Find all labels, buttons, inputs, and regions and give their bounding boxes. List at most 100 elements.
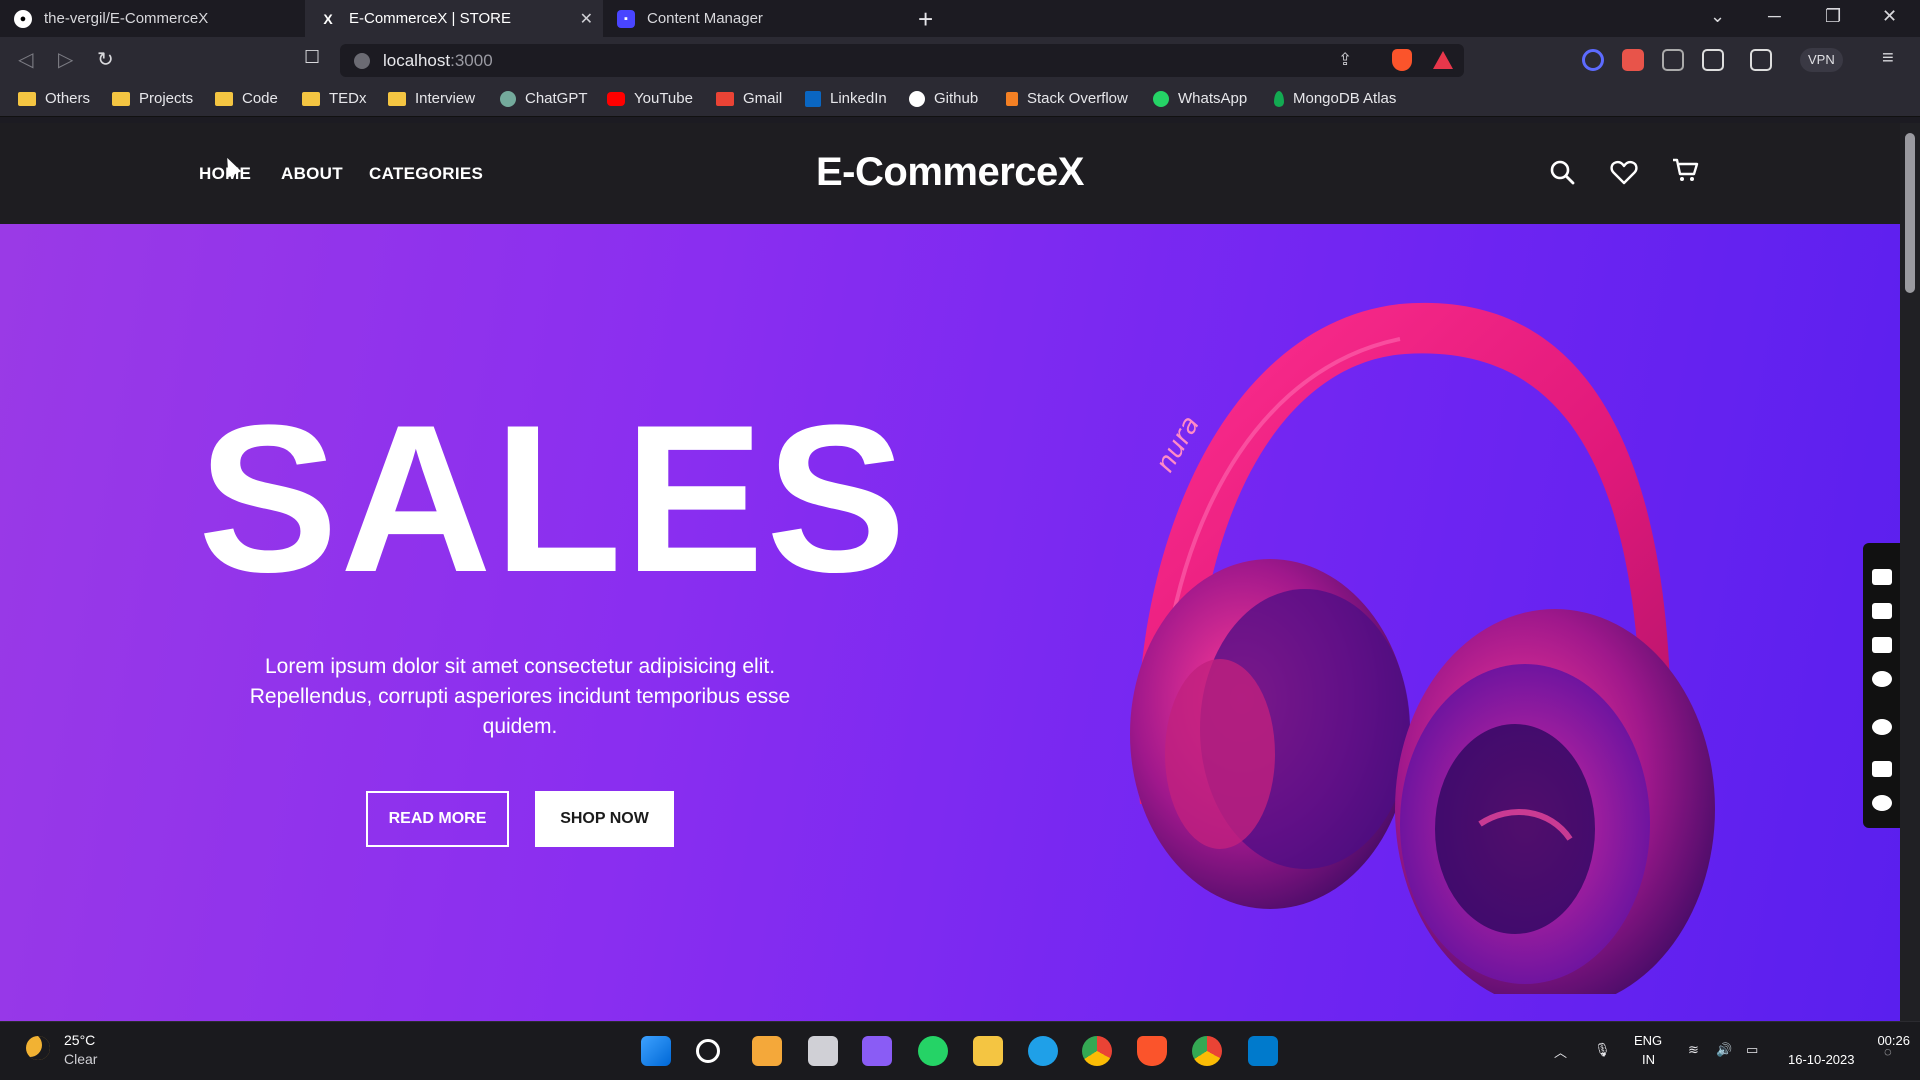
screen-recorder-dock	[1863, 543, 1900, 828]
folder-icon	[302, 91, 320, 106]
new-tab-icon[interactable]: +	[918, 4, 933, 35]
headphones-product-image: nura	[1130, 302, 1715, 994]
tab-github[interactable]: ● the-vergil/E-CommerceX	[0, 0, 305, 37]
weather-condition[interactable]: Clear	[64, 1051, 97, 1067]
bookmark-code[interactable]: Code	[215, 90, 278, 107]
reload-icon[interactable]: ↻	[97, 47, 114, 72]
site-info-icon[interactable]	[354, 53, 370, 69]
notification-icon[interactable]: ◌	[1884, 1044, 1892, 1059]
chrome-icon[interactable]	[1082, 1036, 1112, 1066]
bookmark-tedx[interactable]: TEDx	[302, 90, 367, 107]
linkedin-icon	[805, 90, 821, 107]
cart-icon[interactable]	[1671, 156, 1699, 184]
folder-icon	[112, 91, 130, 106]
read-more-button[interactable]: READ MORE	[366, 791, 509, 847]
tray-chevron-up-icon[interactable]: ︿	[1554, 1042, 1567, 1061]
vscode-icon[interactable]	[1248, 1036, 1278, 1066]
address-bar[interactable]: localhost:3000 ⇪	[340, 44, 1464, 77]
forward-icon[interactable]: ▷	[58, 47, 73, 72]
chatgpt-icon	[500, 90, 516, 107]
heart-icon[interactable]	[1610, 159, 1638, 185]
extension-icon[interactable]	[1622, 49, 1644, 71]
clock-time[interactable]: 00:26	[1830, 1033, 1910, 1048]
tab-list-chevron-icon[interactable]: ⌄	[1710, 6, 1725, 27]
close-tab-icon[interactable]: ✕	[580, 9, 593, 29]
strapi-icon: ▪	[617, 9, 635, 28]
task-view-icon[interactable]	[808, 1036, 838, 1066]
volume-icon[interactable]: 🔊	[1716, 1042, 1732, 1058]
scrollbar-thumb[interactable]	[1905, 133, 1915, 293]
share-icon[interactable]: ⇪	[1338, 50, 1352, 70]
tab-store[interactable]: X E-CommerceX | STORE ✕	[305, 0, 603, 37]
bookmark-interview[interactable]: Interview	[388, 90, 475, 107]
tab-content-manager[interactable]: ▪ Content Manager	[603, 0, 901, 37]
bookmark-others[interactable]: Others	[18, 90, 90, 107]
folder-icon	[388, 91, 406, 106]
microphone-icon[interactable]: 🎙	[1594, 1042, 1611, 1058]
copilot-icon[interactable]	[862, 1036, 892, 1066]
tab-title: E-CommerceX | STORE	[349, 10, 511, 27]
page-scrollbar[interactable]	[1900, 123, 1920, 1021]
brave-rewards-icon[interactable]	[1433, 51, 1453, 69]
search-icon[interactable]	[1549, 159, 1575, 185]
bookmark-mongodb[interactable]: MongoDB Atlas	[1274, 90, 1396, 107]
hero-description: Lorem ipsum dolor sit amet consectetur a…	[249, 655, 791, 738]
bookmark-stackoverflow[interactable]: Stack Overflow	[1006, 90, 1128, 107]
bookmark-projects[interactable]: Projects	[112, 90, 193, 107]
extension-icon[interactable]	[1582, 49, 1604, 71]
url-text[interactable]: localhost:3000	[383, 51, 493, 71]
nav-categories[interactable]: CATEGORIES	[369, 164, 483, 184]
close-window-icon[interactable]: ✕	[1882, 6, 1897, 27]
bookmark-gmail[interactable]: Gmail	[716, 90, 782, 107]
bookmark-linkedin[interactable]: LinkedIn	[805, 90, 887, 107]
windows-start-icon[interactable]	[641, 1036, 671, 1066]
whatsapp-icon[interactable]	[918, 1036, 948, 1066]
bookmark-icon[interactable]: ☐	[304, 47, 320, 68]
youtube-icon	[607, 91, 625, 106]
window-icon[interactable]	[1872, 761, 1892, 777]
site-logo[interactable]: E-CommerceX	[816, 150, 1084, 195]
search-icon[interactable]	[696, 1039, 720, 1063]
window-icon[interactable]	[1872, 637, 1892, 653]
extensions-puzzle-icon[interactable]	[1662, 49, 1684, 71]
file-explorer-icon[interactable]	[973, 1036, 1003, 1066]
language-indicator[interactable]: ENG	[1634, 1033, 1662, 1048]
camera-icon[interactable]	[1872, 569, 1892, 585]
webcam-icon[interactable]	[1872, 719, 1892, 735]
menu-icon[interactable]: ≡	[1882, 47, 1894, 70]
nav-about[interactable]: ABOUT	[281, 164, 343, 184]
github-icon	[909, 90, 925, 107]
video-icon[interactable]	[1872, 603, 1892, 619]
folder-icon	[215, 91, 233, 106]
github-icon: ●	[14, 9, 32, 28]
brave-shields-icon[interactable]	[1392, 49, 1412, 71]
bookmark-github[interactable]: Github	[909, 90, 978, 107]
bookmark-chatgpt[interactable]: ChatGPT	[500, 90, 588, 107]
minimize-icon[interactable]: ─	[1768, 6, 1781, 27]
restore-icon[interactable]: ❐	[1825, 6, 1841, 27]
browser-toolbar: ◁ ▷ ↻ ☐ localhost:3000 ⇪ VPN ≡	[0, 37, 1920, 83]
bookmark-youtube[interactable]: YouTube	[607, 90, 693, 107]
battery-icon[interactable]: ▭	[1746, 1042, 1758, 1058]
wifi-icon[interactable]: ≋	[1688, 1042, 1699, 1058]
gear-icon[interactable]	[1872, 795, 1892, 811]
wallet-icon[interactable]	[1750, 49, 1772, 71]
clock-date[interactable]: 16-10-2023	[1788, 1052, 1855, 1067]
weather-moon-icon[interactable]	[26, 1036, 50, 1060]
gear-icon[interactable]	[1872, 671, 1892, 687]
sidebar-icon[interactable]	[1702, 49, 1724, 71]
widgets-icon[interactable]	[752, 1036, 782, 1066]
bookmark-whatsapp[interactable]: WhatsApp	[1153, 90, 1247, 107]
x-logo-icon: X	[323, 10, 333, 27]
region-indicator[interactable]: IN	[1642, 1052, 1655, 1067]
tab-title: the-vergil/E-CommerceX	[44, 10, 209, 27]
back-icon[interactable]: ◁	[18, 47, 33, 72]
edge-icon[interactable]	[1028, 1036, 1058, 1066]
web-page: HOME ABOUT CATEGORIES E-CommerceX SALES …	[0, 123, 1900, 1021]
hero-title: SALES	[198, 381, 909, 616]
weather-temperature[interactable]: 25°C	[64, 1032, 95, 1048]
shop-now-button[interactable]: SHOP NOW	[535, 791, 674, 847]
brave-icon[interactable]	[1137, 1036, 1167, 1066]
chrome-profile-icon[interactable]	[1192, 1036, 1222, 1066]
vpn-button[interactable]: VPN	[1800, 48, 1843, 72]
